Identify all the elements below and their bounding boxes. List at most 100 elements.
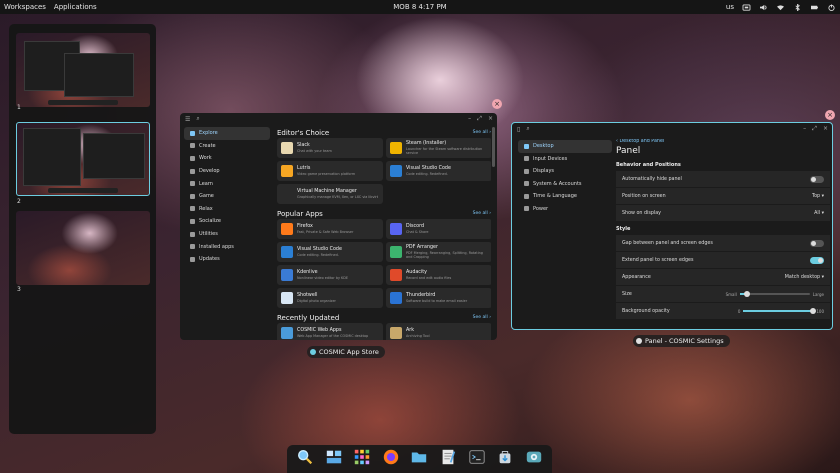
close-icon[interactable]: × <box>488 115 493 123</box>
minimize-icon[interactable]: – <box>468 115 471 123</box>
app-card[interactable]: COSMIC Web Apps Web App Manager of the CO… <box>277 323 383 340</box>
settings-dock-button[interactable] <box>524 449 544 469</box>
dropdown[interactable]: Match desktop ▾ <box>785 275 824 280</box>
app-icon <box>390 223 402 235</box>
sidebar-item-system-accounts[interactable]: System & Accounts <box>518 178 612 191</box>
minimize-icon[interactable]: – <box>803 125 806 133</box>
files-dock-button[interactable] <box>409 449 429 469</box>
see-all-link[interactable]: See all › <box>473 211 491 216</box>
keyboard-layout-indicator[interactable]: us <box>726 3 734 11</box>
close-window-button[interactable]: × <box>825 110 835 120</box>
clock[interactable]: MOB 8 4:17 PM <box>393 3 446 11</box>
volume-icon[interactable] <box>759 4 768 11</box>
sidebar-item-power[interactable]: Power <box>518 203 612 216</box>
app-card[interactable]: Shotwell Digital photo organizer <box>277 288 383 308</box>
slider-knob[interactable] <box>743 291 750 297</box>
text-editor-dock-button[interactable] <box>438 449 458 469</box>
app-card[interactable]: Visual Studio Code Code editing. Redefine… <box>386 161 491 181</box>
app-card-text: Ark Archiving Tool <box>406 328 430 338</box>
sidebar-item-socialize[interactable]: Socialize <box>184 215 270 228</box>
scrollbar[interactable] <box>492 127 495 167</box>
see-all-link[interactable]: See all › <box>473 130 491 135</box>
app-description: Video game preservation platform <box>297 172 356 176</box>
app-card[interactable]: Ark Archiving Tool <box>386 323 491 340</box>
maximize-icon[interactable]: ⤢ <box>812 125 817 133</box>
sidebar-item-explore[interactable]: Explore <box>184 127 270 140</box>
close-icon[interactable]: × <box>823 125 828 133</box>
search-icon[interactable]: ⌕ <box>196 115 199 123</box>
workspace-thumbnail-3[interactable] <box>16 211 150 285</box>
sidebar-item-create[interactable]: Create <box>184 140 270 153</box>
settings-window-label[interactable]: Panel - COSMIC Settings <box>633 335 730 347</box>
app-icon <box>281 223 293 235</box>
app-card[interactable]: Firefox Fast, Private & Safe Web Browser <box>277 219 383 239</box>
slider[interactable]: Small Large <box>726 291 824 297</box>
workspaces-dock-button[interactable] <box>324 449 344 469</box>
workspaces-button[interactable]: Workspaces <box>4 3 46 11</box>
sidebar-item-develop[interactable]: Develop <box>184 165 270 178</box>
power-icon[interactable] <box>827 3 836 11</box>
app-card[interactable]: PDF Arranger PDF Merging, Rearranging, Sp… <box>386 242 491 262</box>
category-icon <box>190 168 195 174</box>
terminal-dock-button[interactable] <box>467 449 487 469</box>
slider[interactable]: 0 100 <box>738 308 824 314</box>
battery-icon[interactable] <box>810 4 819 11</box>
close-window-button[interactable]: × <box>492 99 502 109</box>
text-editor-icon <box>439 448 457 470</box>
sidebar-item-learn[interactable]: Learn <box>184 177 270 190</box>
sidebar-item-label: Learn <box>199 180 213 187</box>
toggle-switch[interactable] <box>810 175 824 183</box>
app-store-window[interactable]: ☰ ⌕ – ⤢ × Explore Create Work Develop Learn G… <box>180 113 497 340</box>
magnifier-dock-button[interactable] <box>295 449 315 469</box>
dropdown[interactable]: All ▾ <box>814 211 824 216</box>
sidebar-item-desktop[interactable]: Desktop <box>518 140 612 153</box>
app-grid-dock-button[interactable] <box>352 449 372 469</box>
app-card[interactable]: Discord Chat & Share <box>386 219 491 239</box>
menu-icon[interactable]: ☰ <box>185 116 190 123</box>
applications-button[interactable]: Applications <box>54 3 97 11</box>
toggle-switch[interactable] <box>810 239 824 247</box>
app-card[interactable]: Visual Studio Code Code editing. Redefine… <box>277 242 383 262</box>
sidebar-item-updates[interactable]: Updates <box>184 253 270 266</box>
app-store-window-label[interactable]: COSMIC App Store <box>307 346 385 358</box>
sidebar-item-work[interactable]: Work <box>184 152 270 165</box>
back-link[interactable]: ‹ Desktop and Panel <box>616 139 830 144</box>
app-store-dock-button[interactable] <box>495 449 515 469</box>
sidebar-item-input-devices[interactable]: Input Devices <box>518 153 612 166</box>
sidebar-item-relax[interactable]: Relax <box>184 203 270 216</box>
app-description: Chat & Share <box>406 230 429 234</box>
app-card[interactable]: Slack Chat with your team <box>277 138 383 158</box>
sidebar-item-utilities[interactable]: Utilities <box>184 228 270 241</box>
sidebar-item-game[interactable]: Game <box>184 190 270 203</box>
dropdown[interactable]: Top ▾ <box>812 194 824 199</box>
workspace-number: 1 <box>17 104 21 111</box>
maximize-icon[interactable]: ⤢ <box>477 115 482 123</box>
firefox-dock-button[interactable] <box>381 449 401 469</box>
toggle-switch[interactable] <box>810 256 824 264</box>
slider-track[interactable] <box>739 291 810 297</box>
sidebar-item-label: Input Devices <box>533 155 568 162</box>
sidebar-item-time-language[interactable]: Time & Language <box>518 190 612 203</box>
workspace-thumbnail-2[interactable] <box>16 122 150 196</box>
app-card[interactable]: Virtual Machine Manager Graphically manag… <box>277 184 383 204</box>
category-icon <box>190 155 195 161</box>
app-card[interactable]: Steam (Installer) Launcher for the Steam … <box>386 138 491 158</box>
notifications-icon[interactable] <box>742 3 751 11</box>
sidebar-item-label: Relax <box>199 205 213 212</box>
search-icon[interactable]: ⌕ <box>526 125 529 133</box>
setting-label: Automatically hide panel <box>622 176 682 182</box>
bluetooth-icon[interactable] <box>793 3 802 11</box>
see-all-link[interactable]: See all › <box>473 315 491 320</box>
app-card[interactable]: Audacity Record and edit audio files <box>386 265 491 285</box>
sidebar-toggle-icon[interactable]: ▯ <box>517 126 520 133</box>
workspace-thumbnail-1[interactable] <box>16 33 150 107</box>
app-card[interactable]: Thunderbird Software build to make email … <box>386 288 491 308</box>
wifi-icon[interactable] <box>776 4 785 11</box>
settings-window[interactable]: ▯ ⌕ – ⤢ × Desktop Input Devices Displays Sy… <box>511 122 833 330</box>
app-card[interactable]: Lutris Video game preservation platform <box>277 161 383 181</box>
app-card[interactable]: Kdenlive Nonlinear video editor by KDE <box>277 265 383 285</box>
sidebar-item-installed-apps[interactable]: Installed apps <box>184 240 270 253</box>
sidebar-item-displays[interactable]: Displays <box>518 165 612 178</box>
slider-track[interactable] <box>743 308 817 314</box>
setting-label: Background opacity <box>622 308 670 314</box>
